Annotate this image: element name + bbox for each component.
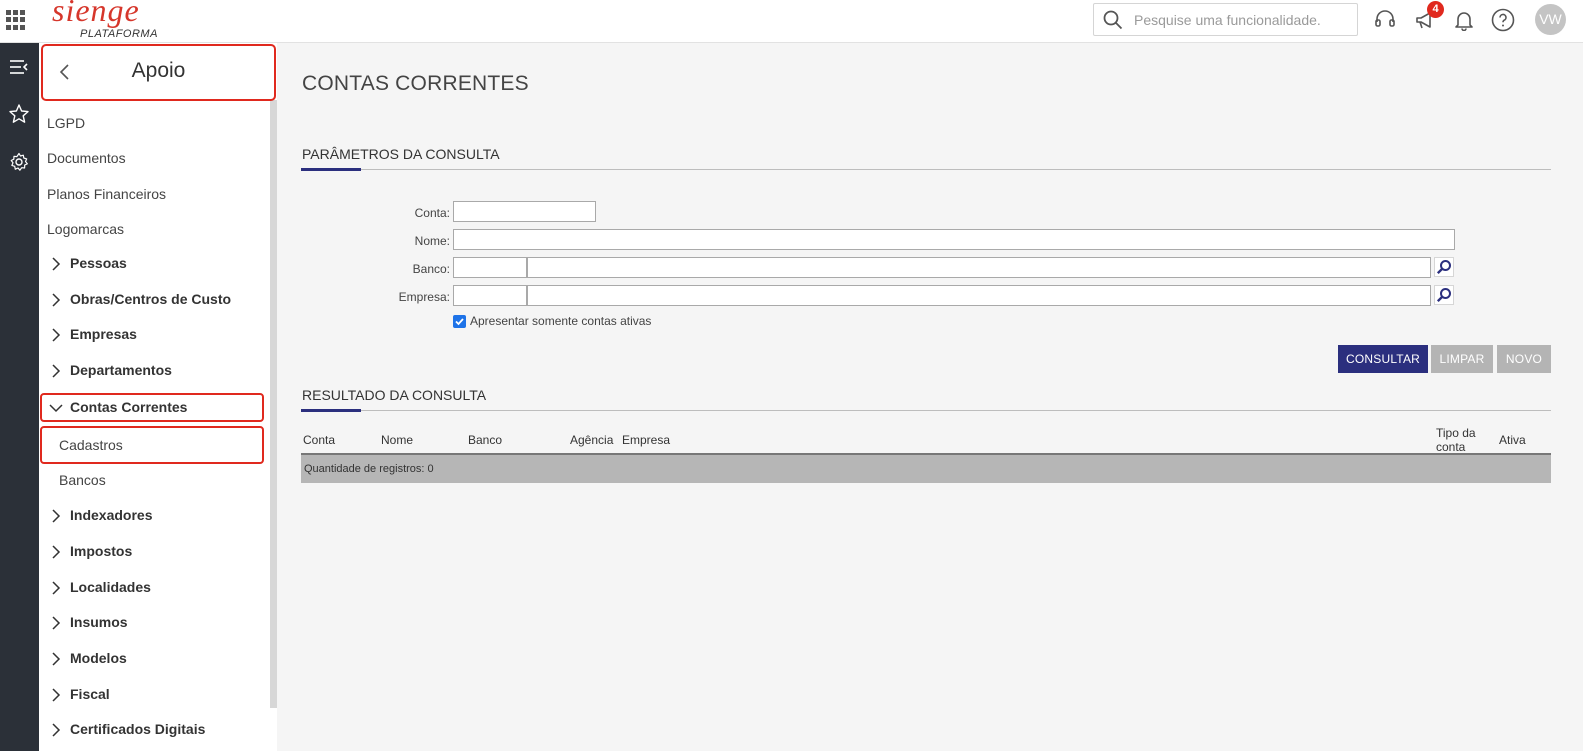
nome-label: Nome:: [414, 234, 450, 248]
logo-word: sienge: [52, 0, 140, 28]
search-input[interactable]: [1134, 10, 1349, 30]
limpar-button[interactable]: LIMPAR: [1431, 345, 1493, 373]
chevron-right-icon: [52, 293, 61, 307]
params-section-title: PARÂMETROS DA CONSULTA: [302, 146, 500, 162]
sidebar-group-label: Contas Correntes: [70, 399, 188, 415]
sidebar-item-logomarcas[interactable]: Logomarcas: [47, 221, 124, 237]
bell-icon[interactable]: [1449, 5, 1479, 35]
sidebar-group-label: Insumos: [70, 614, 128, 630]
empresa-lookup-button[interactable]: [1434, 285, 1454, 305]
sidebar-subitem-cadastros[interactable]: Cadastros: [59, 437, 123, 453]
banco-code-field[interactable]: [453, 257, 527, 278]
magnifier-icon: [1436, 288, 1451, 303]
checkmark-icon: [455, 318, 464, 326]
column-header-banco[interactable]: Banco: [468, 433, 502, 447]
search-icon: [1103, 10, 1123, 30]
banco-lookup-button[interactable]: [1434, 257, 1454, 277]
page-title: CONTAS CORRENTES: [302, 72, 529, 95]
favorites-star-icon[interactable]: [4, 99, 34, 129]
only-active-label: Apresentar somente contas ativas: [470, 314, 652, 328]
apps-grid-icon[interactable]: [6, 10, 26, 30]
user-avatar[interactable]: VW: [1535, 4, 1566, 35]
chevron-right-icon: [52, 652, 61, 666]
result-section-divider: [301, 410, 1551, 411]
chevron-right-icon: [52, 545, 61, 559]
table-footer: Quantidade de registros: 0: [301, 455, 1551, 483]
chevron-right-icon: [52, 509, 61, 523]
chevron-right-icon: [52, 328, 61, 342]
sienge-logo[interactable]: sienge PLATAFORMA: [50, 0, 160, 42]
sidebar-title: Apoio: [131, 59, 186, 82]
column-header-conta[interactable]: Conta: [303, 433, 335, 447]
column-header-ativa[interactable]: Ativa: [1499, 433, 1526, 447]
banco-name-field[interactable]: [527, 257, 1431, 278]
banco-label: Banco:: [412, 262, 450, 276]
support-headset-icon[interactable]: [1370, 5, 1400, 35]
params-section-divider: [301, 169, 1551, 170]
column-header-empresa[interactable]: Empresa: [622, 433, 670, 447]
help-icon[interactable]: [1488, 5, 1518, 35]
sidebar-header: Apoio: [41, 44, 276, 101]
logo-subtitle: PLATAFORMA: [80, 28, 158, 40]
column-header-nome[interactable]: Nome: [381, 433, 413, 447]
sidebar-group-label: Obras/Centros de Custo: [70, 291, 232, 307]
novo-button[interactable]: NOVO: [1497, 345, 1551, 373]
sidebar-group-label: Modelos: [70, 650, 127, 666]
chevron-right-icon: [52, 581, 61, 595]
sidebar-group-label: Pessoas: [70, 255, 127, 271]
settings-gear-icon[interactable]: [4, 147, 34, 177]
sidebar-group-label: Indexadores: [70, 507, 153, 523]
announcements-megaphone-icon[interactable]: 4: [1410, 1, 1444, 35]
chevron-right-icon: [52, 616, 61, 630]
chevron-down-icon: [49, 404, 63, 413]
conta-field[interactable]: [453, 201, 596, 222]
magnifier-icon: [1436, 260, 1451, 275]
sidebar-subitem-bancos[interactable]: Bancos: [59, 472, 106, 488]
chevron-right-icon: [52, 364, 61, 378]
sidebar-item-planos-financeiros[interactable]: Planos Financeiros: [47, 186, 166, 202]
params-section-accent: [301, 168, 361, 171]
sidebar-group-label: Localidades: [70, 579, 151, 595]
empresa-name-field[interactable]: [527, 285, 1431, 306]
sidebar-group-label: Departamentos: [70, 362, 172, 378]
search-box[interactable]: [1093, 3, 1358, 36]
only-active-checkbox[interactable]: [453, 315, 466, 328]
sidebar-item-documentos[interactable]: Documentos: [47, 150, 126, 166]
consultar-button[interactable]: CONSULTAR: [1338, 345, 1428, 373]
column-header-tipo-da-conta[interactable]: Tipo da conta: [1436, 426, 1486, 454]
conta-label: Conta:: [414, 206, 450, 220]
sidebar-group-label: Empresas: [70, 326, 137, 342]
notification-badge: 4: [1427, 1, 1444, 18]
chevron-right-icon: [52, 723, 61, 737]
sidebar-scrollbar[interactable]: [270, 100, 277, 708]
chevron-right-icon: [52, 688, 61, 702]
empresa-label: Empresa:: [398, 290, 450, 304]
result-section-title: RESULTADO DA CONSULTA: [302, 387, 487, 403]
records-count: Quantidade de registros: 0: [304, 463, 434, 475]
sidebar-group-label: Fiscal: [70, 686, 110, 702]
sidebar-item-lgpd[interactable]: LGPD: [47, 115, 85, 131]
column-header-agencia[interactable]: Agência: [570, 433, 613, 447]
nome-field[interactable]: [453, 229, 1455, 250]
empresa-code-field[interactable]: [453, 285, 527, 306]
left-icon-bar: [0, 43, 39, 751]
result-section-accent: [301, 409, 361, 412]
top-bar: sienge PLATAFORMA 4 VW: [0, 0, 1583, 43]
chevron-right-icon: [52, 257, 61, 271]
sidebar-group-label: Impostos: [70, 543, 133, 559]
menu-toggle-icon[interactable]: [4, 52, 34, 82]
sidebar-group-label: Certificados Digitais: [70, 721, 206, 737]
